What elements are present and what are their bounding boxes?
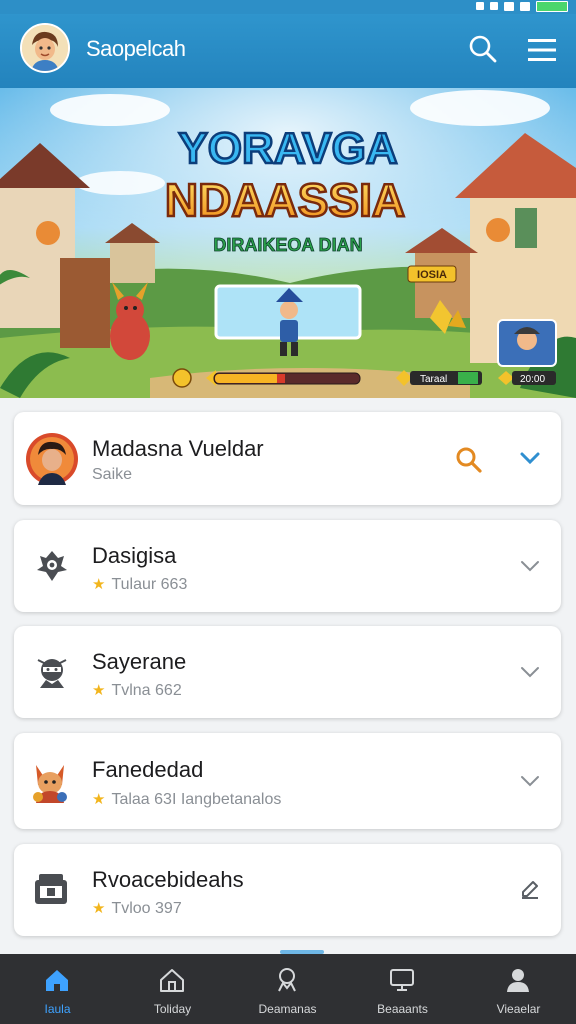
nav-label: Toliday [153,1002,192,1016]
nav-home[interactable]: Iaula [0,954,115,1024]
app-header: Saopelcah [0,14,576,88]
list-item[interactable]: Sayerane ★ Tvlna 662 [14,626,561,718]
chevron-down-icon[interactable] [519,770,541,792]
chevron-down-icon[interactable] [519,447,541,469]
ninja-icon [37,659,67,688]
star-icon: ★ [92,682,106,699]
battery-icon [536,0,568,12]
item-title: Rvoacebideahs [92,867,244,892]
hud-right-value: 20:00 [520,374,545,385]
star-icon: ★ [92,900,106,917]
star-icon: ★ [92,791,106,808]
banner-title-2: NDAASSIA [165,174,405,226]
coin-icon [172,368,192,388]
monitor-icon [390,969,414,991]
user-avatar[interactable] [20,23,70,73]
list-item[interactable]: Dasigisa ★ Tulaur 663 [14,520,561,612]
edit-icon[interactable] [519,878,541,900]
nav-label: Iaula [44,1002,71,1016]
warrior-icon [37,551,67,581]
banner-title-1: YORAVGA [178,124,397,173]
status-bar [0,0,576,14]
nav-label: Beaaants [377,1002,428,1016]
chevron-down-icon[interactable] [519,661,541,683]
banner-artwork: YORAVGA NDAASSIA DIRAIKEOA DIAN IOSIA Ta… [0,88,576,398]
item-subtitle: ★ Tvlna 662 [92,682,182,699]
nav-games[interactable]: Deamanas [230,954,345,1024]
signal-icon [504,1,514,11]
star-icon: ★ [92,576,106,593]
signal-icon-2 [520,1,530,11]
app-title: Saopelcah [86,36,186,61]
wifi-icon [476,2,484,10]
banner-subtitle: DIRAIKEOA DIAN [213,235,362,255]
hud-right-label: Taraal [420,374,447,385]
item-subtitle: ★ Tvloo 397 [92,900,182,917]
nav-label: Deamanas [258,1002,317,1016]
hud-progress-fill [215,374,280,383]
item-subtitle: ★ Tulaur 663 [92,576,188,593]
character-list: Madasna Vueldar Saike Dasigisa ★ Tulaur 6… [0,398,576,954]
item-title: Dasigisa [92,543,177,568]
person-icon [507,969,529,992]
notification-icon [490,2,498,10]
banner-badge: IOSIA [417,269,447,281]
item-title: Sayerane [92,649,187,674]
list-item[interactable]: Fanededad ★ Talaa 63I Iangbetanalos [14,733,561,829]
game-banner[interactable]: YORAVGA NDAASSIA DIRAIKEOA DIAN IOSIA Ta… [0,88,576,398]
nav-events[interactable]: Beaaants [345,954,460,1024]
list-item[interactable]: Madasna Vueldar Saike [14,412,561,505]
bottom-navigation: Iaula Toliday Deamanas Beaaants Vieaelar [0,954,576,1024]
list-item[interactable]: Rvoacebideahs ★ Tvloo 397 [14,844,561,936]
avatar-face-icon [22,25,68,71]
house-outline-icon [160,969,184,992]
item-subtitle: ★ Talaa 63I Iangbetanalos [92,791,282,808]
search-icon[interactable] [468,34,498,64]
chevron-down-icon[interactable] [519,555,541,577]
item-title: Fanededad [92,757,204,782]
home-icon [46,970,68,991]
nav-today[interactable]: Toliday [115,954,230,1024]
character-avatar-icon [26,433,78,485]
status-icons [476,0,568,12]
chest-icon [35,874,67,904]
menu-icon[interactable] [528,38,556,62]
nav-label: Vieaelar [496,1002,541,1016]
item-subtitle: Saike [92,466,133,483]
character-icon [278,968,296,992]
search-icon[interactable] [455,446,483,474]
item-title: Madasna Vueldar [92,436,264,461]
fox-character-icon [33,765,67,803]
nav-profile[interactable]: Vieaelar [461,954,576,1024]
